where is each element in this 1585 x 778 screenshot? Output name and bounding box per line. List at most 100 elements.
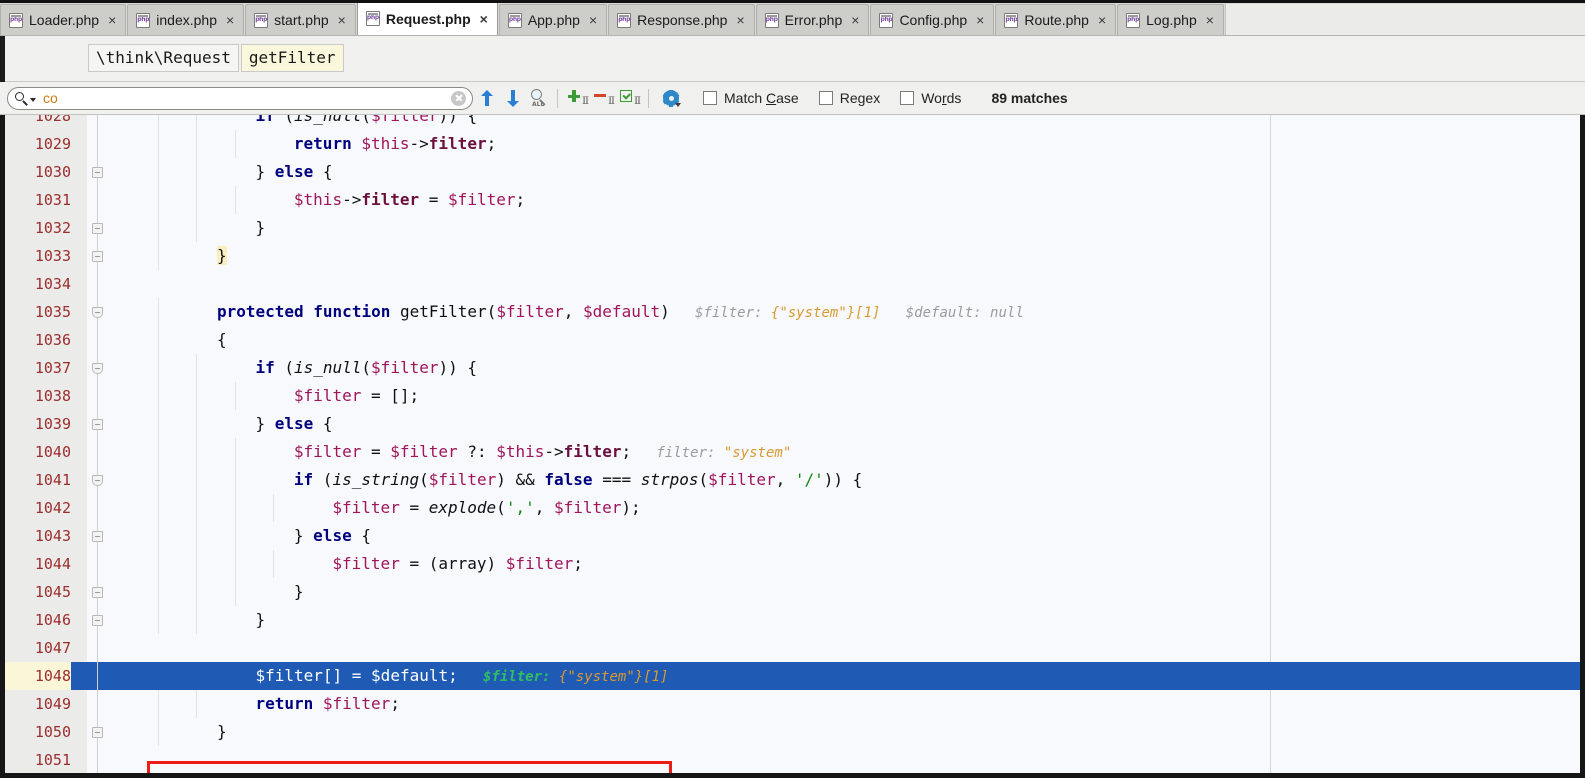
code-line[interactable]: 1044 $filter = (array) $filter; [0, 550, 1585, 578]
code-text[interactable]: $filter = explode(',', $filter); [332, 494, 640, 522]
code-text[interactable]: $filter[] = $default; $filter: {"system"… [255, 662, 668, 690]
code-line[interactable]: 1051 [0, 746, 1585, 774]
editor-tab-log-php[interactable]: Log.php × [1117, 4, 1224, 35]
code-line[interactable]: 1035 protected function getFilter($filter… [0, 298, 1585, 326]
code-line[interactable]: 1034 [0, 270, 1585, 298]
code-editor[interactable]: 1028 if (is_null($filter)) {1029 return $t… [0, 115, 1585, 778]
editor-tab-app-php[interactable]: App.php × [498, 4, 608, 35]
code-text[interactable]: } else { [255, 158, 332, 186]
code-line[interactable]: 1031 $this->filter = $filter; [0, 186, 1585, 214]
editor-tab-route-php[interactable]: Route.php × [995, 4, 1117, 35]
code-line[interactable]: 1040 $filter = $filter ?: $this->filter; … [0, 438, 1585, 466]
code-line[interactable]: 1028 if (is_null($filter)) { [0, 115, 1585, 130]
indent-guide [234, 578, 236, 606]
editor-tab-config-php[interactable]: Config.php × [870, 4, 995, 35]
code-text[interactable]: $filter = []; [294, 382, 419, 410]
code-line[interactable]: 1043} else { [0, 522, 1585, 550]
code-text[interactable]: $filter = $filter ?: $this->filter; filt… [294, 438, 791, 466]
find-option-checkbox-1[interactable] [818, 91, 833, 105]
search-field-wrapper[interactable] [7, 86, 473, 110]
breadcrumb-member[interactable]: getFilter [240, 44, 344, 72]
code-text[interactable]: } else { [294, 522, 371, 550]
fold-marker[interactable] [92, 251, 103, 262]
code-text[interactable]: if (is_null($filter)) { [255, 354, 477, 382]
window-top-edge [0, 0, 1585, 3]
fold-marker[interactable] [92, 587, 103, 598]
fold-marker[interactable] [92, 167, 103, 178]
search-input[interactable] [41, 89, 451, 107]
code-line[interactable]: 1048 $filter[] = $default; $filter: {"sys… [0, 662, 1585, 690]
editor-tab-request-php[interactable]: Request.php × [356, 1, 498, 35]
code-line[interactable]: 1041 if (is_string($filter) && false === … [0, 466, 1585, 494]
code-text[interactable]: } else { [255, 410, 332, 438]
code-text[interactable]: return $this->filter; [294, 130, 496, 158]
code-line[interactable]: 1049 return $filter; [0, 690, 1585, 718]
code-line[interactable]: 1033} [0, 242, 1585, 270]
find-option-checkbox-0[interactable] [703, 91, 717, 105]
clear-search-icon[interactable] [451, 90, 466, 106]
close-icon[interactable]: × [338, 13, 346, 27]
close-icon[interactable]: × [736, 13, 744, 27]
fold-marker[interactable] [92, 307, 103, 318]
code-line[interactable]: 1029 return $this->filter; [0, 130, 1585, 158]
code-line[interactable]: 1047 [0, 634, 1585, 662]
editor-tab-loader-php[interactable]: Loader.php × [0, 4, 127, 35]
breadcrumb-namespace[interactable]: \think\Request [88, 44, 239, 72]
code-line[interactable]: 1046} [0, 606, 1585, 634]
code-text[interactable]: if (is_null($filter)) { [255, 115, 477, 130]
remove-occurrence-button[interactable]: II [592, 87, 616, 110]
find-option-label-2[interactable]: Words [921, 90, 961, 106]
editor-tab-response-php[interactable]: Response.php × [608, 4, 755, 35]
fold-marker[interactable] [92, 615, 103, 626]
select-all-occurrences-button[interactable]: II [618, 87, 642, 110]
code-text[interactable]: { [217, 326, 227, 354]
code-text[interactable]: } [255, 606, 265, 634]
editor-tab-index-php[interactable]: index.php × [127, 4, 245, 35]
add-occurrence-button[interactable]: II [566, 87, 590, 110]
find-option-label-1[interactable]: Regex [840, 90, 881, 106]
code-lines-container[interactable]: 1028 if (is_null($filter)) {1029 return $t… [0, 115, 1585, 778]
fold-marker[interactable] [92, 363, 103, 374]
code-line[interactable]: 1038 $filter = []; [0, 382, 1585, 410]
code-line[interactable]: 1036 { [0, 326, 1585, 354]
code-line[interactable]: 1050} [0, 718, 1585, 746]
close-icon[interactable]: × [1206, 13, 1214, 27]
fold-marker[interactable] [92, 223, 103, 234]
code-line[interactable]: 1037 if (is_null($filter)) { [0, 354, 1585, 382]
fold-marker[interactable] [92, 475, 103, 486]
chevron-down-icon[interactable] [30, 98, 36, 102]
find-option-checkbox-2[interactable] [900, 91, 915, 105]
code-text[interactable]: $filter = (array) $filter; [332, 550, 582, 578]
fold-marker[interactable] [92, 727, 103, 738]
editor-tab-start-php[interactable]: start.php × [245, 4, 356, 35]
close-icon[interactable]: × [851, 13, 859, 27]
code-line[interactable]: 1030} else { [0, 158, 1585, 186]
close-icon[interactable]: × [108, 13, 116, 27]
close-icon[interactable]: × [589, 13, 597, 27]
close-icon[interactable]: × [1098, 13, 1106, 27]
code-text[interactable]: if (is_string($filter) && false === strp… [294, 466, 862, 494]
code-line[interactable]: 1039} else { [0, 410, 1585, 438]
code-text[interactable]: } [294, 578, 304, 606]
find-previous-button[interactable] [475, 87, 499, 110]
editor-tab-error-php[interactable]: Error.php × [755, 4, 870, 35]
code-line[interactable]: 1032} [0, 214, 1585, 242]
find-settings-button[interactable] [657, 87, 685, 110]
line-number: 1035 [34, 303, 71, 321]
code-text[interactable]: } [216, 242, 227, 270]
code-text[interactable]: } [255, 214, 265, 242]
code-line[interactable]: 1042 $filter = explode(',', $filter); [0, 494, 1585, 522]
code-text[interactable]: return $filter; [255, 690, 400, 718]
close-icon[interactable]: × [226, 13, 234, 27]
find-option-label-0[interactable]: Match Case [724, 90, 799, 106]
code-line[interactable]: 1045} [0, 578, 1585, 606]
find-all-button[interactable]: ALL [527, 87, 551, 110]
code-text[interactable]: $this->filter = $filter; [294, 186, 525, 214]
fold-marker[interactable] [92, 531, 103, 542]
close-icon[interactable]: × [480, 12, 488, 26]
find-next-button[interactable] [501, 87, 525, 110]
close-icon[interactable]: × [976, 13, 984, 27]
code-text[interactable]: protected function getFilter($filter, $d… [217, 298, 1024, 326]
code-text[interactable]: } [217, 718, 227, 746]
fold-marker[interactable] [92, 419, 103, 430]
